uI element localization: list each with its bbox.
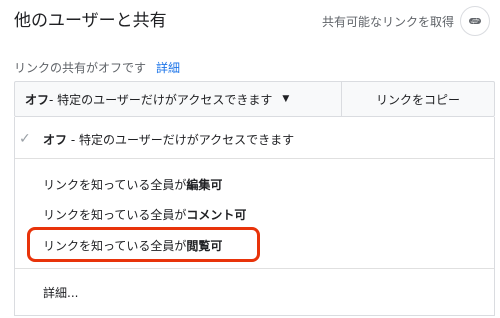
menu-divider (15, 268, 494, 269)
scope-bold-label: オフ (25, 92, 50, 107)
menu-item-comment-prefix: リンクを知っている全員が (43, 207, 187, 222)
dialog-title: 他のユーザーと共有 (14, 11, 167, 31)
link-scope-menu: ✓ オフ - 特定のユーザーだけがアクセスできます リンクを知っている全員が編集… (14, 117, 495, 316)
menu-item-comment-label: リンクを知っている全員がコメント可 (43, 206, 246, 223)
get-link-label[interactable]: 共有可能なリンクを取得 (322, 13, 454, 30)
menu-item-off-rest: - 特定のユーザーだけがアクセスできます (67, 132, 295, 147)
menu-item-off-label: オフ - 特定のユーザーだけがアクセスできます (43, 131, 294, 148)
scope-rest-label: - 特定のユーザーだけがアクセスできます (49, 92, 273, 107)
menu-item-off[interactable]: ✓ オフ - 特定のユーザーだけがアクセスできます (15, 127, 494, 151)
menu-item-edit-bold: 編集可 (186, 177, 223, 192)
menu-item-off-bold: オフ (43, 132, 68, 147)
status-detail-link[interactable]: 詳細 (156, 59, 180, 76)
menu-item-comment[interactable]: リンクを知っている全員がコメント可 (15, 202, 494, 226)
link-icon[interactable] (460, 6, 490, 36)
link-scope-dropdown[interactable]: オフ - 特定のユーザーだけがアクセスできます ▼ (15, 82, 342, 116)
menu-divider (15, 158, 494, 159)
menu-item-edit[interactable]: リンクを知っている全員が編集可 (15, 172, 494, 196)
menu-item-more-label: 詳細... (43, 285, 79, 300)
menu-item-more[interactable]: 詳細... (15, 280, 494, 304)
get-shareable-link[interactable]: 共有可能なリンクを取得 (322, 5, 490, 37)
status-text: リンクの共有がオフです (14, 61, 147, 75)
menu-item-comment-bold: コメント可 (186, 207, 247, 222)
copy-link-button[interactable]: リンクをコピー (342, 82, 494, 116)
checkmark-icon: ✓ (19, 131, 31, 147)
sharing-toolbar: オフ - 特定のユーザーだけがアクセスできます ▼ リンクをコピー (14, 81, 495, 117)
highlight-annotation (27, 227, 260, 262)
link-sharing-status: リンクの共有がオフです 詳細 (14, 59, 180, 76)
menu-item-edit-label: リンクを知っている全員が編集可 (43, 176, 222, 193)
menu-item-edit-prefix: リンクを知っている全員が (43, 177, 187, 192)
chevron-down-icon[interactable]: ▼ (282, 94, 289, 104)
